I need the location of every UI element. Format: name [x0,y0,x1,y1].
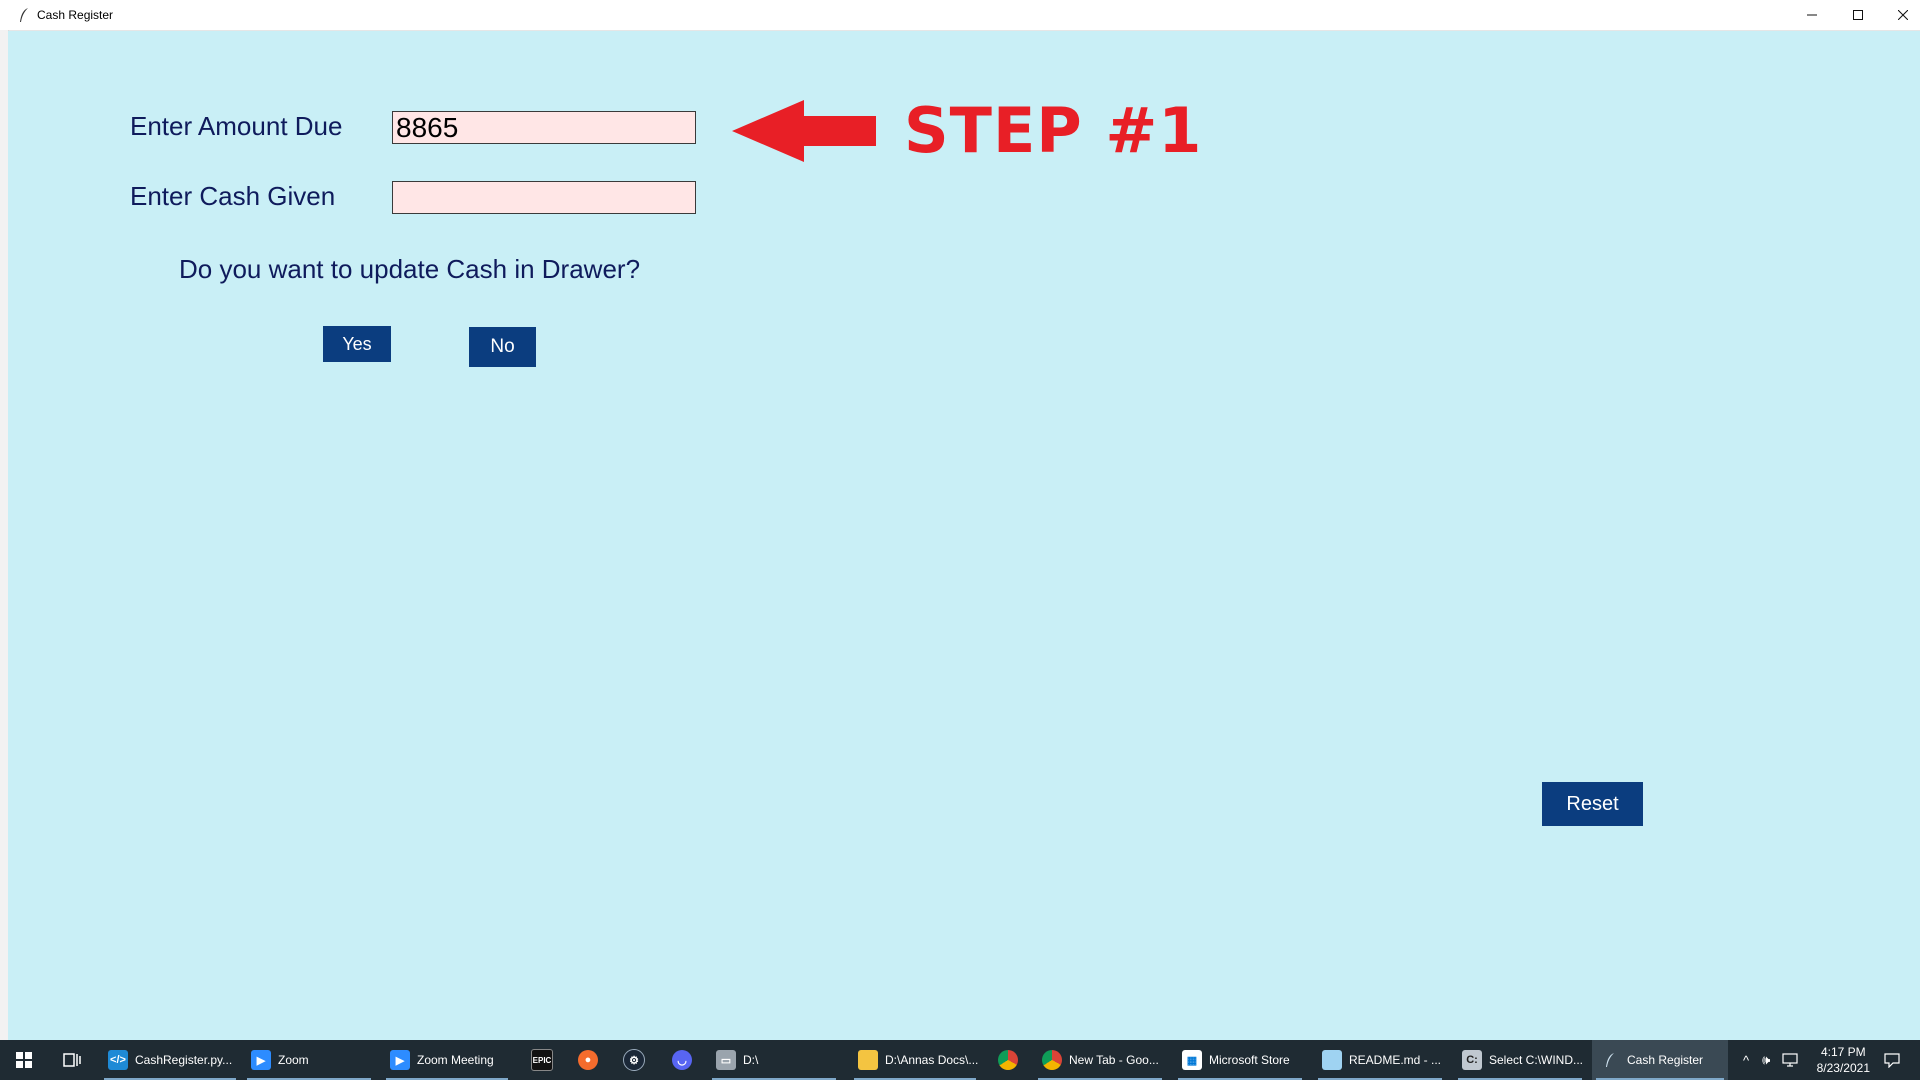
app-content: Enter Amount Due 8865 Enter Cash Given D… [8,31,1920,1040]
notepad-icon [1322,1050,1342,1070]
amount-due-input[interactable]: 8865 [392,111,696,144]
start-button[interactable] [0,1040,48,1080]
store-icon: ▦ [1182,1050,1202,1070]
clock-date: 8/23/2021 [1816,1061,1870,1075]
amount-due-label: Enter Amount Due [130,111,343,141]
network-icon[interactable] [1782,1053,1798,1067]
chevron-up-icon[interactable]: ^ [1743,1053,1749,1068]
taskbar-item-vscode[interactable]: </> CashRegister.py... [100,1040,240,1080]
volume-icon[interactable]: 🕪 [1762,1052,1770,1068]
step-annotation: STEP #1 [904,94,1203,167]
taskbar: </> CashRegister.py... ▶ Zoom ▶ Zoom Mee… [0,1040,1920,1080]
taskbar-item-zoom[interactable]: ▶ Zoom [243,1040,375,1080]
taskbar-item-label: Cash Register [1627,1053,1704,1067]
window-title: Cash Register [37,8,114,22]
close-icon [1898,10,1908,20]
reset-button[interactable]: Reset [1542,782,1643,826]
zoom-icon: ▶ [390,1050,410,1070]
discord-icon: ◡ [672,1050,692,1070]
minimize-button[interactable] [1789,0,1835,30]
taskbar-item-epic-games[interactable]: EPIC [522,1040,562,1080]
taskbar-item-label: Select C:\WIND... [1489,1053,1584,1067]
maximize-icon [1853,10,1863,20]
taskbar-item-chrome[interactable] [988,1040,1028,1080]
task-view-button[interactable] [48,1040,96,1080]
taskbar-item-discord[interactable]: ◡ [662,1040,702,1080]
taskbar-item-notepad[interactable]: README.md - ... [1314,1040,1446,1080]
title-bar: Cash Register [0,0,1920,31]
clock[interactable]: 4:17 PM 8/23/2021 [1817,1044,1870,1076]
taskbar-item-origin[interactable]: ● [568,1040,608,1080]
system-tray: ^ 🕪 [1736,1040,1804,1080]
close-button[interactable] [1880,0,1920,30]
no-button[interactable]: No [469,327,536,367]
feather-icon [1600,1050,1620,1070]
taskbar-item-steam[interactable]: ⚙ [614,1040,654,1080]
update-drawer-prompt: Do you want to update Cash in Drawer? [179,254,641,284]
left-arrow-icon [732,100,876,162]
chrome-icon [998,1050,1018,1070]
maximize-button[interactable] [1835,0,1881,30]
folder-icon [858,1050,878,1070]
taskbar-item-label: D:\ [743,1053,759,1067]
notifications-button[interactable] [1872,1040,1912,1080]
taskbar-item-cash-register[interactable]: Cash Register [1592,1040,1728,1080]
task-view-icon [63,1053,81,1067]
taskbar-item-store[interactable]: ▦ Microsoft Store [1174,1040,1306,1080]
cash-given-label: Enter Cash Given [130,181,336,211]
origin-icon: ● [578,1050,598,1070]
clock-time: 4:17 PM [1820,1045,1866,1059]
taskbar-item-label: New Tab - Goo... [1069,1053,1159,1067]
steam-icon: ⚙ [623,1049,645,1071]
minimize-icon [1807,14,1817,16]
vscode-icon: </> [108,1050,128,1070]
taskbar-item-cmd[interactable]: C: Select C:\WIND... [1454,1040,1586,1080]
yes-button[interactable]: Yes [323,326,391,362]
windows-icon [16,1052,32,1068]
taskbar-item-label: Zoom Meeting [417,1053,494,1067]
taskbar-item-label: CashRegister.py... [135,1053,233,1067]
cash-register-window: Cash Register Enter Amount Due 8865 Ente… [0,0,1920,1040]
zoom-icon: ▶ [251,1050,271,1070]
drive-icon: ▭ [716,1050,736,1070]
cash-given-input[interactable] [392,181,696,214]
taskbar-item-chrome-tab[interactable]: New Tab - Goo... [1034,1040,1166,1080]
taskbar-item-drive[interactable]: ▭ D:\ [708,1040,840,1080]
feather-icon [20,8,28,22]
taskbar-item-explorer[interactable]: D:\Annas Docs\... [850,1040,980,1080]
notification-icon [1884,1053,1900,1068]
epic-games-icon: EPIC [531,1049,553,1071]
taskbar-item-label: README.md - ... [1349,1053,1442,1067]
chrome-icon [1042,1050,1062,1070]
taskbar-item-zoom-meeting[interactable]: ▶ Zoom Meeting [382,1040,512,1080]
taskbar-item-label: D:\Annas Docs\... [885,1053,979,1067]
cmd-icon: C: [1462,1050,1482,1070]
taskbar-item-label: Microsoft Store [1209,1053,1290,1067]
taskbar-item-label: Zoom [278,1053,309,1067]
